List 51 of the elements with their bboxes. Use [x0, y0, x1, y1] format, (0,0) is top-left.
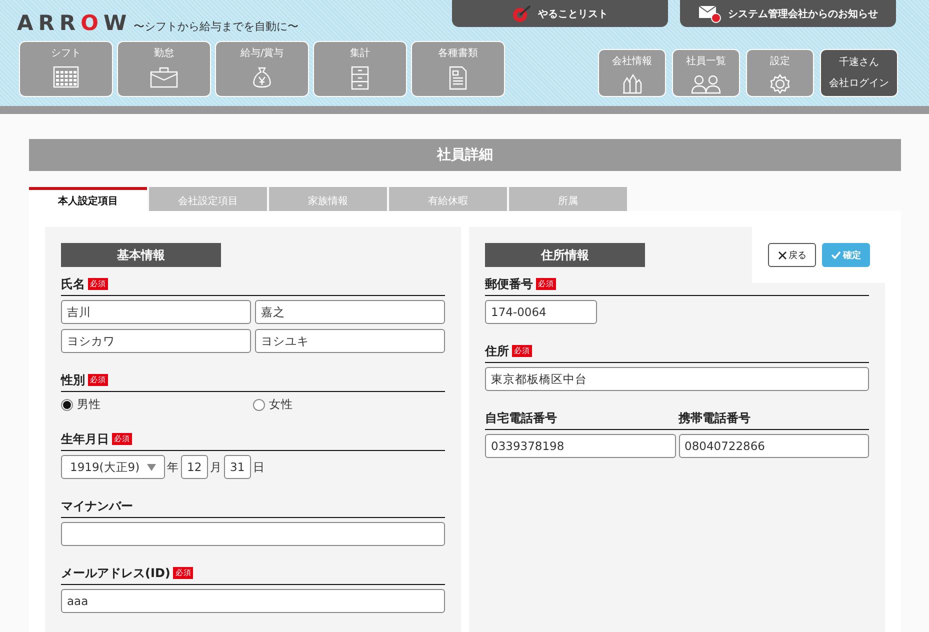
name-input[interactable]: ヨシカワ [61, 329, 251, 353]
briefcase-icon [150, 66, 178, 88]
phone-input[interactable]: 08040722866 [678, 434, 869, 458]
radio-button[interactable] [61, 398, 73, 410]
top-link-button[interactable]: やることリスト [452, 0, 668, 27]
document-icon [449, 66, 467, 90]
year-select[interactable]: 1919(大正9) [61, 455, 165, 479]
drawers-icon [351, 66, 369, 90]
section-title: 住所情報 [485, 243, 645, 267]
month-input[interactable]: 12 [181, 455, 208, 479]
text-input[interactable]: 東京都板橋区中台 [485, 367, 869, 391]
check-icon [831, 251, 841, 259]
field-label: 郵便番号 [485, 276, 533, 292]
field-label: 性別 [61, 372, 85, 388]
unit-label: 月 [210, 460, 222, 474]
mail-icon [698, 4, 722, 22]
name-input[interactable]: 吉川 [61, 300, 251, 324]
text-input[interactable]: aaa [61, 589, 445, 613]
day-input[interactable]: 31 [224, 455, 251, 479]
field-label: 生年月日 [61, 430, 109, 448]
caret-icon [147, 464, 156, 470]
unit-label: 年 [167, 460, 179, 474]
radio-button[interactable] [253, 398, 265, 410]
text-input[interactable] [61, 522, 445, 546]
close-icon [778, 250, 786, 260]
settings-icon [770, 74, 790, 94]
name-input[interactable]: 嘉之 [255, 300, 445, 324]
account-button[interactable]: 千速さん 会社ログイン [820, 49, 898, 97]
buildings-icon [622, 74, 642, 94]
back-button[interactable]: 戻る [768, 243, 816, 267]
field-label: メールアドレス(ID) [61, 564, 170, 582]
people-icon [690, 74, 722, 94]
radio-label: 男性 [77, 397, 101, 412]
field-label: 氏名 [61, 276, 85, 292]
calendar-icon [53, 66, 79, 88]
radio-label: 女性 [269, 397, 293, 412]
target-icon [512, 4, 532, 22]
text-input[interactable]: 174-0064 [485, 300, 597, 324]
section-title: 基本情報 [61, 243, 221, 267]
field-label: 自宅電話番号 [485, 410, 558, 427]
money-bag-icon [252, 66, 272, 90]
page-title: 社員詳細 [29, 139, 901, 171]
tab[interactable]: 本人設定項目 [29, 187, 147, 211]
top-link-button[interactable]: システム管理会社からのお知らせ [680, 0, 896, 27]
unit-label: 日 [253, 460, 265, 474]
name-input[interactable]: ヨシユキ [255, 329, 445, 353]
field-label: 住所 [485, 342, 509, 360]
tagline: 〜シフトから給与までを自動に〜 [134, 19, 299, 35]
field-label: マイナンバー [61, 498, 133, 514]
phone-input[interactable]: 0339378198 [485, 434, 676, 458]
field-label: 携帯電話番号 [678, 410, 752, 427]
